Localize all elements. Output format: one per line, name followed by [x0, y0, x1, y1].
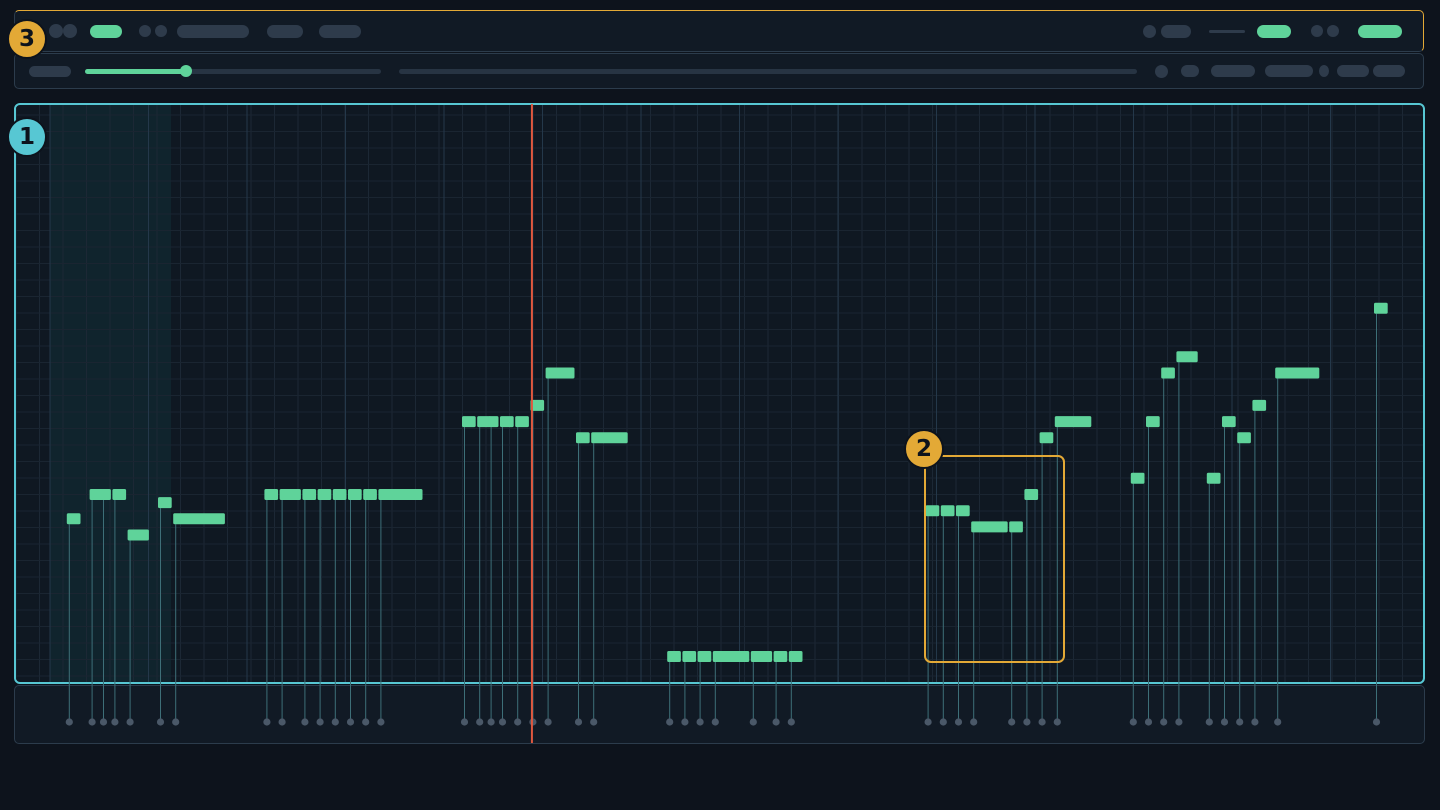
callout-badge-grid: 1 — [7, 117, 47, 157]
tool-toggle[interactable] — [1257, 25, 1291, 38]
view-toggle[interactable] — [1319, 65, 1329, 77]
settings-dot[interactable] — [1327, 25, 1339, 37]
loop-button[interactable] — [155, 25, 167, 37]
playback-progress-fill — [85, 69, 186, 74]
toolbar — [14, 10, 1424, 52]
snap-selector[interactable] — [1161, 25, 1191, 38]
zoom-out-icon[interactable] — [1155, 65, 1168, 78]
volume-slider[interactable] — [1209, 30, 1245, 33]
menu-dot[interactable] — [49, 24, 63, 38]
export-button[interactable] — [1358, 25, 1402, 38]
tempo-field[interactable] — [267, 25, 303, 38]
piano-roll-editor: 1 2 3 — [0, 0, 1440, 810]
selection-box[interactable] — [924, 455, 1065, 663]
scale-selector[interactable] — [1373, 65, 1405, 77]
note-grid[interactable] — [14, 103, 1425, 684]
playback-progress-handle[interactable] — [180, 65, 192, 77]
zoom-in-icon[interactable] — [1181, 65, 1199, 77]
callout-badge-toolbar: 3 — [7, 19, 47, 59]
project-name-field[interactable] — [177, 25, 249, 38]
play-button[interactable] — [90, 25, 122, 38]
horizontal-scrollbar[interactable] — [399, 69, 1137, 74]
time-signature-field[interactable] — [319, 25, 361, 38]
metronome-button[interactable] — [1143, 25, 1156, 38]
settings-dot[interactable] — [1311, 25, 1323, 37]
grid-selector[interactable] — [1337, 65, 1369, 77]
menu-dot[interactable] — [63, 24, 77, 38]
position-readout — [29, 66, 71, 77]
transport-bar — [14, 53, 1424, 89]
note-grid-canvas[interactable] — [16, 105, 1425, 684]
velocity-lane[interactable] — [14, 685, 1425, 744]
callout-badge-selection: 2 — [904, 429, 944, 469]
quantize-selector[interactable] — [1211, 65, 1255, 77]
velocity-selector[interactable] — [1265, 65, 1313, 77]
record-button[interactable] — [139, 25, 151, 37]
